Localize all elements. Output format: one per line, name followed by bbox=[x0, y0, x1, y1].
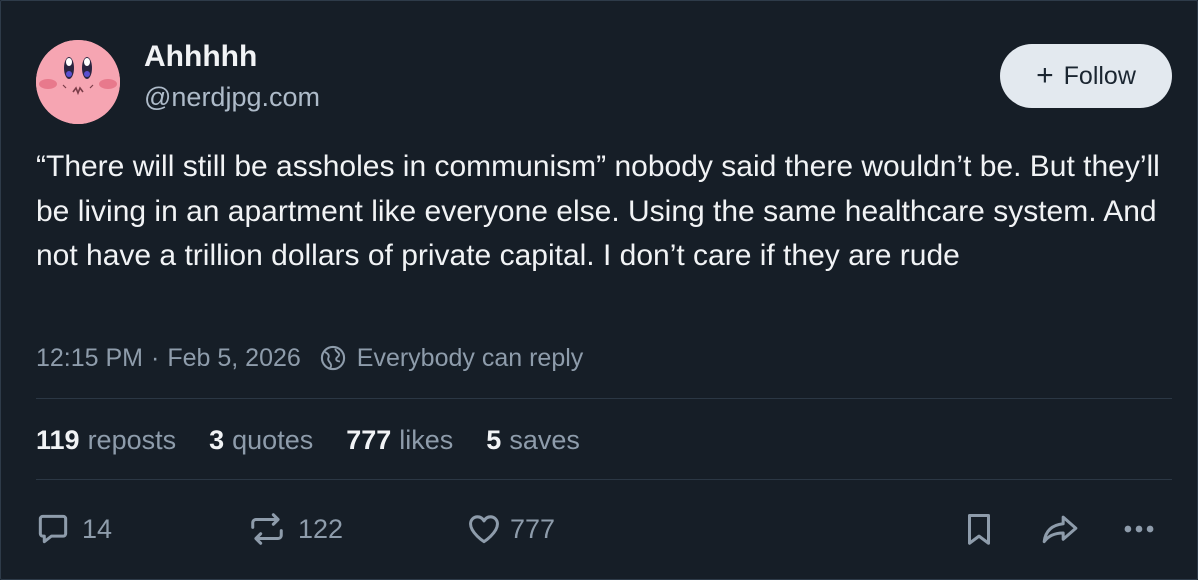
post-text: “There will still be assholes in communi… bbox=[36, 150, 1160, 272]
reply-setting[interactable]: Everybody can reply bbox=[357, 344, 584, 373]
stat-quotes[interactable]: 3 quotes bbox=[209, 425, 313, 456]
speech-bubble-icon bbox=[38, 514, 68, 544]
repost-arrows-icon bbox=[251, 513, 283, 545]
stat-likes-count: 777 bbox=[346, 424, 392, 455]
stat-saves-label: saves bbox=[509, 424, 580, 455]
author-handle[interactable]: @nerdjpg.com bbox=[144, 82, 320, 113]
divider-top bbox=[36, 398, 1172, 399]
globe-icon bbox=[320, 345, 345, 371]
stat-quotes-count: 3 bbox=[209, 424, 225, 455]
post-stats: 119 reposts 3 quotes 777 likes 5 saves bbox=[36, 420, 613, 460]
reply-count: 14 bbox=[82, 513, 113, 544]
post-meta: 12:15 PM · Feb 5, 2026 Everybody can rep… bbox=[36, 340, 583, 376]
divider-bottom bbox=[36, 479, 1172, 480]
stat-likes[interactable]: 777 likes bbox=[346, 425, 453, 456]
meta-separator: · bbox=[151, 343, 160, 372]
stat-saves-count: 5 bbox=[486, 424, 502, 455]
more-options-button[interactable] bbox=[1118, 505, 1160, 553]
post-actions: 14 122 777 bbox=[34, 505, 1172, 553]
stat-likes-label: likes bbox=[399, 424, 454, 455]
repost-button[interactable]: 122 bbox=[246, 505, 343, 553]
author-display-name[interactable]: Ahhhhh bbox=[144, 40, 257, 74]
post-date[interactable]: Feb 5, 2026 bbox=[167, 344, 300, 373]
share-arrow-icon bbox=[1042, 515, 1078, 544]
stat-quotes-label: quotes bbox=[232, 424, 314, 455]
post-header: Ahhhhh @nerdjpg.com + Follow bbox=[36, 38, 1172, 124]
stat-saves[interactable]: 5 saves bbox=[486, 425, 580, 456]
plus-icon: + bbox=[1036, 59, 1054, 92]
share-button[interactable] bbox=[1038, 505, 1082, 553]
stat-reposts-count: 119 bbox=[36, 424, 80, 455]
like-button[interactable]: 777 bbox=[464, 505, 555, 553]
reply-button[interactable]: 14 bbox=[34, 505, 112, 553]
avatar[interactable] bbox=[36, 40, 120, 124]
repost-count: 122 bbox=[298, 513, 344, 544]
stat-reposts[interactable]: 119 reposts bbox=[36, 425, 176, 456]
like-count: 777 bbox=[510, 513, 556, 544]
bookmark-button[interactable] bbox=[962, 505, 996, 553]
ellipsis-icon bbox=[1124, 525, 1154, 533]
kirby-avatar-icon bbox=[36, 40, 120, 124]
post-time[interactable]: 12:15 PM bbox=[36, 344, 143, 373]
follow-button[interactable]: + Follow bbox=[1000, 44, 1172, 108]
heart-icon bbox=[469, 515, 499, 544]
stat-reposts-label: reposts bbox=[87, 424, 177, 455]
bookmark-icon bbox=[967, 514, 991, 545]
follow-button-label: Follow bbox=[1063, 61, 1136, 90]
